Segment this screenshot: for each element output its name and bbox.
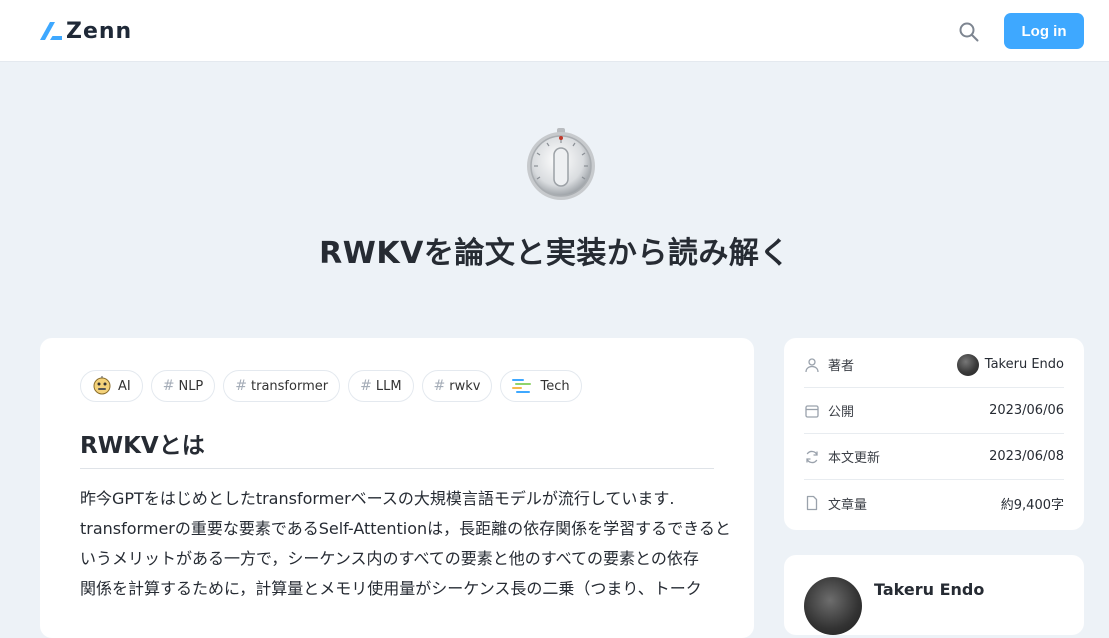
logo-text: Zenn — [66, 18, 133, 44]
tag-nlp[interactable]: # NLP — [150, 370, 216, 402]
meta-label: 著者 — [828, 359, 855, 374]
tag-llm[interactable]: # LLM — [348, 370, 414, 402]
author-name[interactable]: Takeru Endo — [874, 580, 984, 599]
calendar-icon — [804, 403, 820, 419]
tag-label: rwkv — [449, 378, 481, 394]
search-button[interactable] — [956, 19, 982, 45]
site-header: Zenn Log in — [0, 0, 1109, 62]
paragraph-line: 昨今GPTをはじめとしたtransformerベースの大規模言語モデルが流行して… — [80, 489, 675, 508]
hash-icon: # — [360, 378, 372, 394]
tag-rwkv[interactable]: # rwkv — [421, 370, 493, 402]
meta-updated-row: 本文更新 2023/06/08 — [804, 434, 1064, 480]
meta-value: 約9,400字 — [1000, 497, 1064, 513]
topic-tags: AI # NLP # transformer # LLM # rwkv Tech — [80, 370, 582, 402]
tag-label: NLP — [178, 378, 204, 394]
author-card: Takeru Endo — [784, 555, 1084, 635]
tech-topic-icon — [512, 378, 534, 394]
tag-label: transformer — [251, 378, 329, 394]
hash-icon: # — [162, 378, 175, 394]
meta-value: 2023/06/08 — [989, 449, 1064, 464]
refresh-icon — [804, 449, 820, 465]
tag-tech[interactable]: Tech — [500, 370, 582, 402]
hash-icon: # — [235, 378, 248, 394]
zenn-logo[interactable]: Zenn — [40, 18, 132, 44]
hash-icon: # — [433, 378, 446, 394]
section-heading: RWKVとは — [80, 426, 714, 469]
article-meta-card: 著者 Takeru Endo 公開 2023/06/06 本文更新 2023/0… — [784, 338, 1084, 530]
tag-ai[interactable]: AI — [80, 370, 143, 402]
timer-clock-emoji — [523, 126, 599, 202]
meta-label: 本文更新 — [828, 451, 881, 466]
paragraph-line: transformerの重要な要素であるSelf-Attentionは，長距離の… — [80, 519, 731, 538]
article-paragraph: 昨今GPTをはじめとしたtransformerベースの大規模言語モデルが流行して… — [80, 484, 731, 604]
meta-value: Takeru Endo — [984, 357, 1064, 372]
document-icon — [804, 495, 820, 511]
tag-label: Tech — [540, 378, 570, 394]
zenn-logo-icon — [40, 22, 62, 40]
login-button[interactable]: Log in — [1004, 13, 1084, 49]
avatar[interactable] — [804, 577, 862, 635]
author-link[interactable]: Takeru Endo — [956, 353, 1064, 376]
meta-value: 2023/06/06 — [989, 403, 1064, 418]
ai-topic-icon — [92, 376, 112, 396]
meta-label: 文章量 — [828, 497, 868, 513]
article-title: RWKVを論文と実装から読み解く — [319, 236, 790, 271]
tag-transformer[interactable]: # transformer — [223, 370, 341, 402]
avatar — [956, 353, 979, 376]
meta-label: 公開 — [828, 405, 855, 420]
article-card: AI # NLP # transformer # LLM # rwkv Tech… — [40, 338, 754, 638]
tag-label: LLM — [375, 378, 402, 394]
search-icon — [959, 22, 979, 42]
paragraph-line: いうメリットがある一方で，シーケンス内のすべての要素と他のすべての要素との依存 — [80, 549, 699, 568]
meta-published-row: 公開 2023/06/06 — [804, 388, 1064, 434]
meta-length-row: 文章量 約9,400字 — [804, 480, 1064, 526]
person-icon — [804, 357, 820, 373]
tag-label: AI — [118, 378, 131, 394]
meta-author-row: 著者 Takeru Endo — [804, 342, 1064, 388]
